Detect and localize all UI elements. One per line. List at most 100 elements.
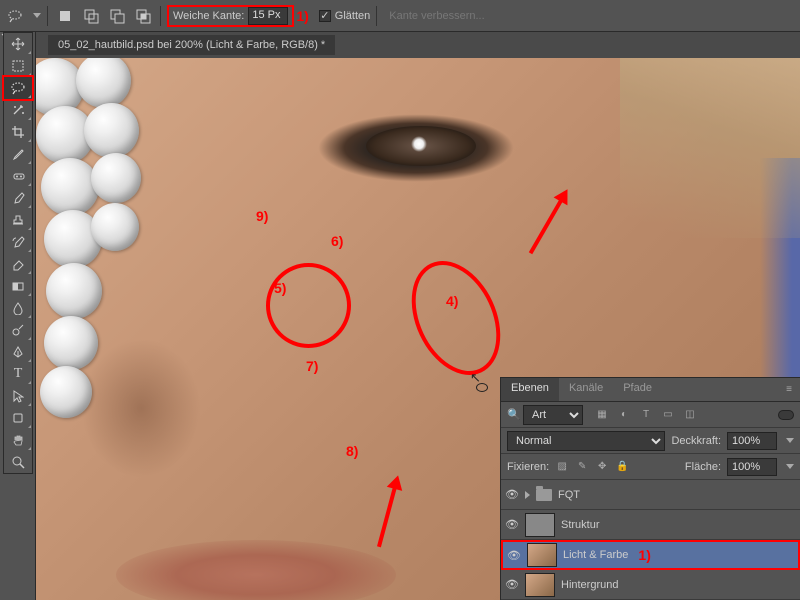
fill-dropdown-icon[interactable] <box>786 464 794 469</box>
pearls <box>36 58 146 600</box>
annotation-5: 5) <box>274 280 286 296</box>
document-tab-bar: 05_02_hautbild.psd bei 200% (Licht & Far… <box>36 32 800 58</box>
filter-toggle[interactable] <box>778 410 794 420</box>
lips-region <box>116 540 396 600</box>
gradient-tool[interactable] <box>4 275 32 297</box>
feather-label: Weiche Kante: <box>173 10 244 22</box>
preset-dropdown-icon[interactable] <box>33 13 41 18</box>
annotation-circle-4 <box>394 247 517 390</box>
folder-icon <box>536 489 552 501</box>
fill-input[interactable]: 100% <box>727 458 777 476</box>
panel-tabs: Ebenen Kanäle Pfade ≡ <box>501 378 800 402</box>
blend-mode-select[interactable]: Normal <box>507 431 665 451</box>
marquee-tool[interactable] <box>4 55 32 77</box>
selection-new-icon[interactable] <box>54 5 76 27</box>
annotation-6: 6) <box>331 233 343 249</box>
annotation-4: 4) <box>446 293 458 309</box>
lock-row: Fixieren: ▨ ✎ ✥ 🔒 Fläche: 100% <box>501 454 800 480</box>
history-brush-tool[interactable] <box>4 231 32 253</box>
options-bar: Weiche Kante: 15 Px 1) ✓ Glätten Kante v… <box>0 0 800 32</box>
type-tool[interactable]: T <box>4 363 32 385</box>
opacity-dropdown-icon[interactable] <box>786 438 794 443</box>
search-icon[interactable]: 🔍 <box>507 408 517 421</box>
selection-intersect-icon[interactable] <box>132 5 154 27</box>
lasso-tool[interactable] <box>4 77 32 99</box>
toolbox: T <box>3 32 33 474</box>
feather-input[interactable]: 15 Px <box>248 7 288 25</box>
filter-shape-icon[interactable]: ▭ <box>661 408 675 422</box>
shape-tool[interactable] <box>4 407 32 429</box>
dodge-tool[interactable] <box>4 319 32 341</box>
filter-kind-select[interactable]: Art <box>523 405 583 425</box>
hair-region <box>620 58 800 238</box>
feather-group: Weiche Kante: 15 Px <box>167 5 294 27</box>
layer-row[interactable]: 👁 Hintergrund <box>501 570 800 600</box>
lock-pixels-icon[interactable]: ✎ <box>575 460 589 474</box>
opacity-label: Deckkraft: <box>671 435 721 447</box>
move-tool[interactable] <box>4 33 32 55</box>
expand-icon[interactable] <box>525 491 530 499</box>
annotation-8: 8) <box>346 443 358 459</box>
document-title: 05_02_hautbild.psd bei 200% (Licht & Far… <box>58 39 325 51</box>
visibility-icon[interactable]: 👁 <box>507 549 521 562</box>
healing-tool[interactable] <box>4 165 32 187</box>
layer-name: Hintergrund <box>561 579 618 591</box>
visibility-icon[interactable]: 👁 <box>505 488 519 501</box>
tab-channels[interactable]: Kanäle <box>559 378 613 401</box>
crop-tool[interactable] <box>4 121 32 143</box>
annotation-arrow-upper <box>529 192 567 255</box>
blur-tool[interactable] <box>4 297 32 319</box>
layer-filter-row: 🔍 Art ▦ ◐ T ▭ ◫ <box>501 402 800 428</box>
annotation-circle-5 <box>266 263 351 348</box>
lock-transparent-icon[interactable]: ▨ <box>555 460 569 474</box>
check-icon: ✓ <box>319 10 331 22</box>
antialias-checkbox[interactable]: ✓ Glätten <box>319 10 370 22</box>
panel-menu-icon[interactable]: ≡ <box>782 383 796 397</box>
filter-smart-icon[interactable]: ◫ <box>683 408 697 422</box>
fill-label: Fläche: <box>685 461 721 473</box>
eyedropper-tool[interactable] <box>4 143 32 165</box>
refine-edge-button: Kante verbessern... <box>383 8 490 24</box>
lasso-preset-icon[interactable] <box>4 5 26 27</box>
annotation-1-layer: 1) <box>638 547 650 563</box>
selection-subtract-icon[interactable] <box>106 5 128 27</box>
annotation-7: 7) <box>306 358 318 374</box>
tab-paths[interactable]: Pfade <box>613 378 662 401</box>
layer-row[interactable]: 👁 Struktur <box>501 510 800 540</box>
stamp-tool[interactable] <box>4 209 32 231</box>
pen-tool[interactable] <box>4 341 32 363</box>
magic-wand-tool[interactable] <box>4 99 32 121</box>
layers-panel: Ebenen Kanäle Pfade ≡ 🔍 Art ▦ ◐ T ▭ ◫ No… <box>500 377 800 600</box>
lock-all-icon[interactable]: 🔒 <box>615 460 629 474</box>
opacity-input[interactable]: 100% <box>727 432 777 450</box>
tab-layers[interactable]: Ebenen <box>501 378 559 401</box>
annotation-9: 9) <box>256 208 268 224</box>
path-select-tool[interactable] <box>4 385 32 407</box>
cursor-lasso-icon <box>476 383 488 392</box>
brush-tool[interactable] <box>4 187 32 209</box>
visibility-icon[interactable]: 👁 <box>505 578 519 591</box>
antialias-label: Glätten <box>335 10 370 22</box>
layer-row[interactable]: 👁 FQT <box>501 480 800 510</box>
visibility-icon[interactable]: 👁 <box>505 518 519 531</box>
zoom-tool[interactable] <box>4 451 32 473</box>
selection-add-icon[interactable] <box>80 5 102 27</box>
layer-name: Licht & Farbe <box>563 549 628 561</box>
annotation-1: 1) <box>296 8 308 24</box>
eraser-tool[interactable] <box>4 253 32 275</box>
layer-thumbnail <box>525 573 555 597</box>
annotation-arrow-lower <box>377 479 399 548</box>
document-tab[interactable]: 05_02_hautbild.psd bei 200% (Licht & Far… <box>48 35 335 55</box>
layer-name: FQT <box>558 489 580 501</box>
filter-pixel-icon[interactable]: ▦ <box>595 408 609 422</box>
filter-adjust-icon[interactable]: ◐ <box>617 408 631 422</box>
hand-tool[interactable] <box>4 429 32 451</box>
lock-label: Fixieren: <box>507 461 549 473</box>
layer-row-selected[interactable]: 👁 Licht & Farbe 1) <box>501 540 800 570</box>
lock-position-icon[interactable]: ✥ <box>595 460 609 474</box>
blend-row: Normal Deckkraft: 100% <box>501 428 800 454</box>
eye-highlight <box>411 136 427 152</box>
layer-thumbnail <box>527 543 557 567</box>
layer-name: Struktur <box>561 519 600 531</box>
filter-type-icon[interactable]: T <box>639 408 653 422</box>
